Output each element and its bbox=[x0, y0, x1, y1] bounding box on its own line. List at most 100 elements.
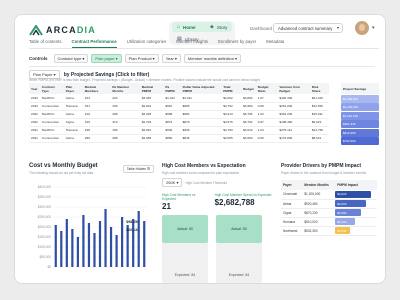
column-header[interactable]: Medical Members bbox=[82, 83, 111, 94]
avatar[interactable] bbox=[355, 21, 369, 35]
chart-bar[interactable] bbox=[60, 231, 63, 267]
cost-vs-budget-card: Cost vs Monthly Budget The following vis… bbox=[29, 163, 154, 275]
filter-plan-product[interactable]: Plan Product ▾ bbox=[124, 54, 159, 63]
tab-utilization-categories[interactable]: Utilization categories bbox=[127, 39, 167, 48]
filter-year[interactable]: Year ▾ bbox=[161, 54, 181, 63]
table-cell: 224 bbox=[110, 94, 140, 103]
brand-name: ARCADIA bbox=[46, 25, 96, 35]
chart-bar[interactable] bbox=[98, 221, 102, 267]
driver-impact-cell: $4,023 bbox=[335, 190, 377, 200]
chart-bar[interactable] bbox=[76, 237, 79, 267]
column-header[interactable]: Variance from Budget bbox=[277, 83, 310, 94]
chart-bar[interactable] bbox=[71, 229, 74, 267]
driver-row[interactable]: Aetna $920,450 $3,410 bbox=[281, 199, 377, 209]
chart-bar[interactable] bbox=[54, 225, 57, 267]
tab-member-insights[interactable]: Member Insights bbox=[176, 39, 208, 48]
table-row[interactable]: 2021 Commercial Aetna 290 288 $2,655 $850 $846 $… bbox=[29, 134, 329, 143]
savings-heat-cell[interactable]: $1,150,220 bbox=[341, 103, 379, 111]
table-cell: 1.04 bbox=[255, 126, 278, 135]
driver-months: $610,020 bbox=[302, 217, 336, 227]
table-cell: 315 bbox=[82, 118, 111, 127]
column-header[interactable]: Total PMPM bbox=[221, 83, 242, 94]
table-row[interactable]: 2021 MedHCC Humana 198 196 $2,810 $940 $936 $3,7… bbox=[29, 126, 329, 135]
table-cell: 208 bbox=[110, 110, 140, 119]
drivers-col-payer: Payer bbox=[281, 180, 303, 190]
table-row[interactable]: 2023 MedHCC Aetna 224 224 $3,040 $1,012 $1,011 $… bbox=[29, 94, 329, 103]
nav-story[interactable]: ◈ Story bbox=[205, 22, 235, 32]
avatar-chevron-icon[interactable]: ▾ bbox=[372, 25, 375, 31]
report-select[interactable]: Advanced contract summary ▾ bbox=[273, 23, 343, 33]
savings-heat-cell[interactable]: $1,021,100 bbox=[341, 111, 379, 120]
savings-heat-cell[interactable]: $1,200,401 bbox=[341, 94, 379, 103]
chart-bar[interactable] bbox=[143, 221, 146, 267]
filter-member-months[interactable]: Member months definition ▾ bbox=[183, 54, 242, 63]
column-header[interactable]: Budget Ratio bbox=[255, 83, 278, 94]
y-tick-label: $50,000 bbox=[39, 255, 51, 259]
hcm-card-subtitle: High cost member count compared to plan … bbox=[162, 171, 240, 175]
table-cell: $870 bbox=[180, 118, 222, 127]
threshold-dropdown[interactable]: 250K ▾ bbox=[162, 178, 183, 187]
table-row[interactable]: 2023 Commercial Humana 331 330 $2,842 $910 $905… bbox=[29, 102, 329, 111]
provider-drivers-card: Provider Drivers by PMPM Impact Payer dr… bbox=[281, 163, 377, 275]
chart-bar[interactable] bbox=[93, 233, 96, 267]
table-cell: $1,012 bbox=[163, 94, 181, 103]
column-header[interactable]: Medical PMPM bbox=[139, 83, 164, 94]
drivers-card-subtitle: Payer drivers in the variance from budge… bbox=[281, 171, 367, 175]
chart-bar[interactable] bbox=[115, 235, 118, 267]
column-header[interactable]: Rx PMPM bbox=[163, 83, 181, 94]
dashboard-link[interactable]: Dashboard bbox=[250, 26, 272, 31]
high-cost-members-card: High Cost Members vs Expectation High co… bbox=[162, 163, 274, 283]
chart-bar[interactable] bbox=[132, 219, 135, 267]
table-cell: 331 bbox=[82, 102, 111, 111]
chart-bar[interactable] bbox=[109, 227, 113, 267]
tab-enrollment-by-payer[interactable]: Enrollment by payer bbox=[218, 39, 256, 48]
table-cell: $3,752 bbox=[221, 102, 242, 111]
chart-bar[interactable] bbox=[121, 217, 124, 267]
actual-box-2: Actual: 50 bbox=[216, 215, 262, 243]
chart-bar[interactable] bbox=[82, 215, 85, 267]
driver-months: $502,300 bbox=[302, 226, 336, 236]
savings-heat-cell[interactable]: $702,560 bbox=[341, 137, 379, 145]
column-header[interactable]: Dollar Value Adjusted PMPM bbox=[180, 83, 222, 94]
table-cell: $3,576 bbox=[221, 118, 242, 127]
divider bbox=[29, 66, 375, 67]
savings-heat-cell[interactable]: $901,345 bbox=[341, 120, 379, 128]
table-cell: $984 bbox=[180, 110, 222, 119]
chart-bar[interactable] bbox=[104, 209, 107, 267]
column-header[interactable]: Risk Share bbox=[309, 83, 329, 94]
kpi-member-count: High Cost Members vs Expected 21 bbox=[162, 193, 196, 211]
table-cell: $910 bbox=[163, 102, 181, 111]
table-toggle-button[interactable]: Table Hidden ☰ bbox=[122, 165, 154, 173]
driver-payer: Cincinnati bbox=[281, 190, 303, 200]
table-row[interactable]: 2022 MedHCC Aetna 210 208 $2,925 $988 $984 $3,91… bbox=[29, 110, 329, 119]
tab-contract-performance[interactable]: Contract Performance bbox=[71, 39, 117, 48]
driver-payer: Cigna bbox=[281, 208, 303, 218]
filter-contract-type[interactable]: Contract type ▾ bbox=[53, 54, 89, 63]
project-savings-column: Project Savings $1,200,401 $1,150,220 $1,0… bbox=[341, 83, 379, 145]
driver-row[interactable]: Cigna $870,230 $2,904 bbox=[281, 208, 377, 218]
tab-metadata[interactable]: Metadata bbox=[266, 39, 284, 48]
filter-plan-payer[interactable]: Plan payer ▾ bbox=[91, 54, 122, 63]
column-header[interactable]: Contract Type bbox=[39, 83, 64, 94]
table-cell: 198 bbox=[82, 126, 111, 135]
project-savings-header: Project Savings bbox=[341, 83, 379, 94]
driver-row[interactable]: Cincinnati $1,200,000 $4,023 bbox=[281, 190, 377, 200]
arcadia-logo-icon bbox=[29, 25, 43, 36]
chart-bar[interactable] bbox=[65, 219, 68, 267]
y-tick-label: $300,000 bbox=[38, 205, 52, 209]
table-row[interactable]: 2022 Commercial Cigna 315 310 $2,704 $872 $870 $… bbox=[29, 118, 329, 127]
table-cell: $2,925 bbox=[139, 110, 164, 119]
column-header[interactable]: Rx Member Months bbox=[110, 83, 140, 94]
chart-bar[interactable] bbox=[87, 223, 91, 267]
story-icon: ◈ bbox=[210, 24, 214, 30]
savings-heat-cell[interactable]: $812,090 bbox=[341, 128, 379, 137]
driver-row[interactable]: Humana $610,020 $2,210 bbox=[281, 217, 377, 227]
table-cell: 2021 bbox=[29, 126, 40, 135]
drivers-card-title: Provider Drivers by PMPM Impact bbox=[281, 163, 362, 169]
home-icon: ⌂ bbox=[177, 24, 181, 30]
tab-table-of-contents[interactable]: Table of contents bbox=[29, 39, 62, 48]
driver-row[interactable]: Northwest $502,300 $1,640 bbox=[281, 226, 377, 236]
column-header[interactable]: Budget bbox=[241, 83, 256, 94]
column-header[interactable]: Plan Payer bbox=[63, 83, 83, 94]
column-header[interactable]: Year bbox=[29, 83, 40, 94]
